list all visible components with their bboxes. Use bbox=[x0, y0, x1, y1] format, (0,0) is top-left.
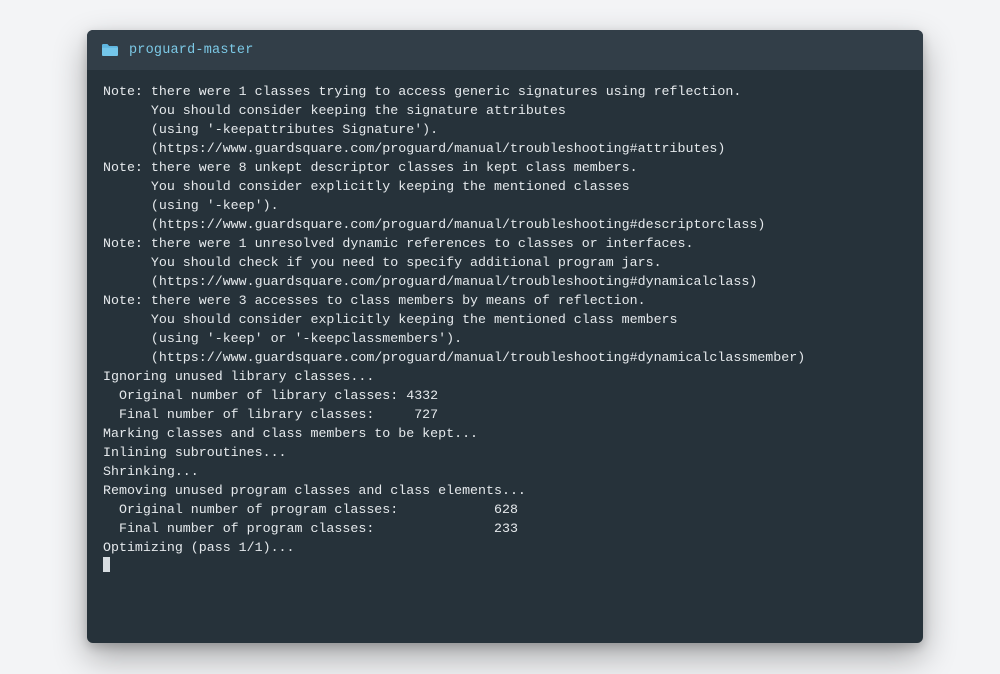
terminal-window: proguard-master Note: there were 1 class… bbox=[87, 30, 923, 643]
terminal-output[interactable]: Note: there were 1 classes trying to acc… bbox=[87, 70, 923, 643]
terminal-line: Shrinking... bbox=[103, 462, 907, 481]
folder-icon bbox=[101, 43, 119, 57]
terminal-line: Marking classes and class members to be … bbox=[103, 424, 907, 443]
terminal-line: Original number of library classes: 4332 bbox=[103, 386, 907, 405]
titlebar: proguard-master bbox=[87, 30, 923, 70]
terminal-line: You should check if you need to specify … bbox=[103, 253, 907, 272]
terminal-line: (using '-keep' or '-keepclassmembers'). bbox=[103, 329, 907, 348]
cursor-icon bbox=[103, 557, 110, 572]
terminal-line: Note: there were 8 unkept descriptor cla… bbox=[103, 158, 907, 177]
terminal-line: (https://www.guardsquare.com/proguard/ma… bbox=[103, 348, 907, 367]
terminal-line: Final number of program classes: 233 bbox=[103, 519, 907, 538]
terminal-line: (using '-keepattributes Signature'). bbox=[103, 120, 907, 139]
terminal-line: Note: there were 1 classes trying to acc… bbox=[103, 82, 907, 101]
terminal-line: Removing unused program classes and clas… bbox=[103, 481, 907, 500]
terminal-line: You should consider explicitly keeping t… bbox=[103, 177, 907, 196]
terminal-line: Ignoring unused library classes... bbox=[103, 367, 907, 386]
terminal-line: (https://www.guardsquare.com/proguard/ma… bbox=[103, 272, 907, 291]
terminal-line: (https://www.guardsquare.com/proguard/ma… bbox=[103, 215, 907, 234]
terminal-line: Inlining subroutines... bbox=[103, 443, 907, 462]
terminal-line: (using '-keep'). bbox=[103, 196, 907, 215]
terminal-line: Final number of library classes: 727 bbox=[103, 405, 907, 424]
terminal-line: You should consider keeping the signatur… bbox=[103, 101, 907, 120]
terminal-line: (https://www.guardsquare.com/proguard/ma… bbox=[103, 139, 907, 158]
terminal-cursor-line bbox=[103, 557, 907, 576]
terminal-line: Note: there were 1 unresolved dynamic re… bbox=[103, 234, 907, 253]
terminal-line: Optimizing (pass 1/1)... bbox=[103, 538, 907, 557]
terminal-line: Original number of program classes: 628 bbox=[103, 500, 907, 519]
terminal-line: You should consider explicitly keeping t… bbox=[103, 310, 907, 329]
terminal-line: Note: there were 3 accesses to class mem… bbox=[103, 291, 907, 310]
window-title: proguard-master bbox=[129, 43, 254, 58]
